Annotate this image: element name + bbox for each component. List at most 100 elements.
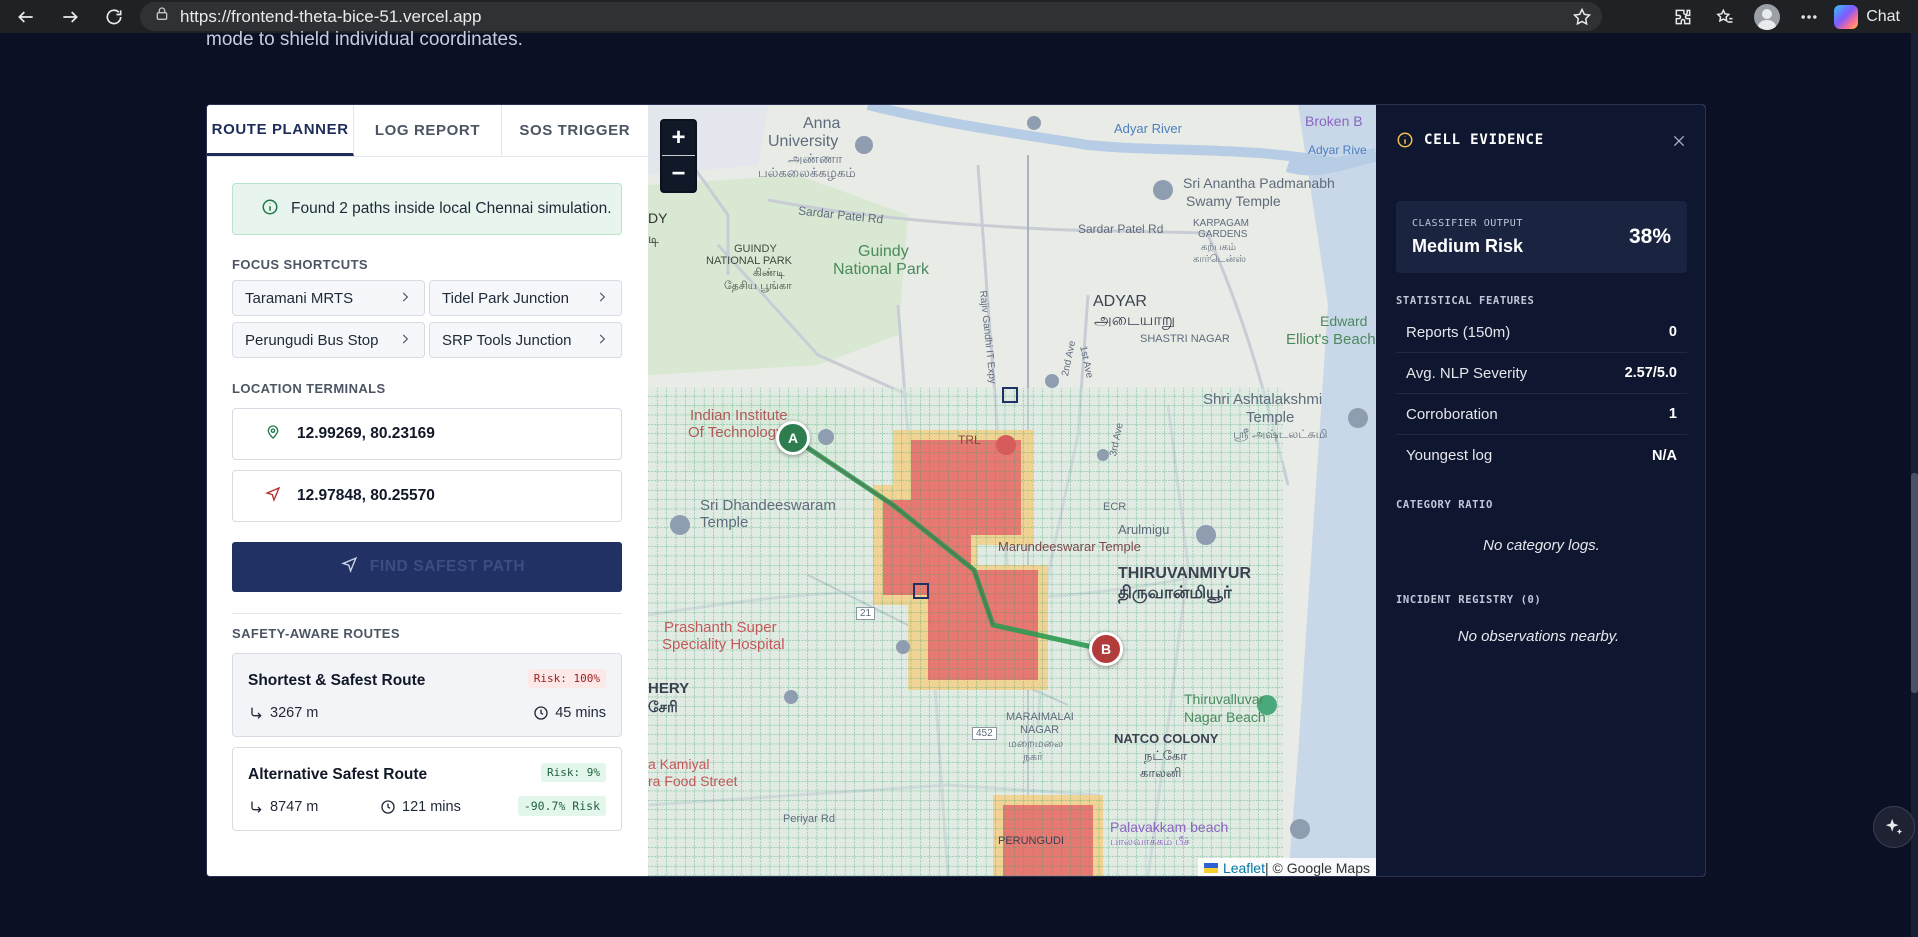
- tab-bar: ROUTE PLANNER LOG REPORT SOS TRIGGER: [207, 105, 648, 157]
- classifier-value: Medium Risk: [1412, 236, 1524, 256]
- registry-empty-text: No observations nearby.: [1457, 628, 1620, 645]
- address-bar[interactable]: https://frontend-theta-bice-51.vercel.ap…: [140, 2, 1602, 31]
- origin-marker[interactable]: A: [776, 421, 810, 455]
- scrollbar-thumb[interactable]: [1911, 473, 1918, 693]
- stat-value: 2.57/5.0: [1624, 365, 1677, 381]
- destination-marker[interactable]: B: [1089, 632, 1123, 666]
- shortcut-taramani-mrts[interactable]: Taramani MRTS: [232, 280, 425, 316]
- ukraine-flag-icon: [1203, 863, 1218, 873]
- intro-text: mode to shield individual coordinates.: [206, 29, 523, 50]
- route-name: Alternative Safest Route: [248, 766, 428, 783]
- map-view[interactable]: Anna University அண்ணா பல்கலைக்கழகம் Adya…: [648, 105, 1376, 877]
- stat-key: Corroboration: [1406, 405, 1498, 423]
- copilot-sparkle-button[interactable]: [1873, 806, 1915, 848]
- origin-value: 12.99269, 80.23169: [297, 425, 435, 442]
- tab-route-planner[interactable]: ROUTE PLANNER: [207, 105, 355, 156]
- chevron-right-icon: [398, 290, 412, 308]
- puzzle-icon: [1675, 9, 1691, 24]
- sparkle-icon: [1885, 818, 1903, 835]
- distance-value: 3267 m: [270, 705, 319, 721]
- attribution-text: | © Google Maps: [1265, 860, 1370, 876]
- arrow-left-icon: [18, 10, 33, 23]
- leaflet-link[interactable]: Leaflet: [1223, 860, 1265, 876]
- classifier-card: CLASSIFIER OUTPUT Medium Risk 38%: [1396, 201, 1687, 273]
- shortcut-label: SRP Tools Junction: [442, 331, 572, 349]
- zoom-out-button[interactable]: −: [662, 156, 695, 191]
- route-duration: 121 mins: [380, 799, 461, 815]
- map-canvas[interactable]: [648, 105, 1376, 877]
- chat-label: Chat: [1866, 7, 1900, 25]
- lock-icon: [154, 6, 170, 27]
- classifier-key: CLASSIFIER OUTPUT: [1412, 218, 1523, 229]
- find-safest-path-button[interactable]: FIND SAFEST PATH: [232, 542, 622, 592]
- find-button-label: FIND SAFEST PATH: [369, 558, 526, 575]
- paths-found-notice: Found 2 paths inside local Chennai simul…: [232, 183, 622, 235]
- tab-log-report[interactable]: LOG REPORT: [354, 105, 502, 156]
- shortcut-srp-tools-junction[interactable]: SRP Tools Junction: [429, 322, 622, 358]
- close-button[interactable]: [1671, 133, 1687, 154]
- route-duration: 45 mins: [533, 705, 606, 721]
- route-card-alternative[interactable]: Alternative Safest Route Risk: 9% 8747 m…: [232, 747, 622, 831]
- stat-row: Avg. NLP Severity 2.57/5.0: [1396, 353, 1687, 394]
- copilot-chat-button[interactable]: Chat: [1834, 4, 1900, 29]
- profile-button[interactable]: [1751, 3, 1783, 31]
- stat-key: Avg. NLP Severity: [1406, 364, 1528, 382]
- stat-value: 1: [1668, 406, 1677, 422]
- category-empty-text: No category logs.: [1483, 537, 1600, 554]
- close-icon: [1673, 135, 1685, 147]
- extensions-button[interactable]: [1667, 3, 1699, 31]
- risk-delta-badge: -90.7% Risk: [517, 796, 606, 816]
- navigation-arrow-icon: [265, 486, 281, 507]
- app-panel: ROUTE PLANNER LOG REPORT SOS TRIGGER Fou…: [206, 104, 1706, 877]
- divider: [232, 613, 622, 614]
- favorites-icon: [1716, 8, 1733, 23]
- focus-shortcuts-label: FOCUS SHORTCUTS: [232, 257, 368, 272]
- shortcut-tidel-park-junction[interactable]: Tidel Park Junction: [429, 280, 622, 316]
- route-planner-panel: ROUTE PLANNER LOG REPORT SOS TRIGGER Fou…: [207, 105, 648, 876]
- avatar: [1754, 3, 1781, 30]
- cell-evidence-panel: CELL EVIDENCE CLASSIFIER OUTPUT Medium R…: [1376, 105, 1705, 876]
- favorites-button[interactable]: [1709, 3, 1741, 31]
- page-scrollbar[interactable]: [1911, 33, 1918, 937]
- shortcut-label: Taramani MRTS: [245, 289, 354, 307]
- panel-header: CELL EVIDENCE: [1396, 131, 1544, 149]
- star-icon[interactable]: [1572, 7, 1592, 32]
- category-ratio-label: CATEGORY RATIO: [1396, 499, 1493, 511]
- risk-grid-overlay: [648, 388, 1283, 876]
- shortcut-label: Perungudi Bus Stop: [245, 331, 379, 349]
- duration-value: 121 mins: [402, 799, 461, 815]
- destination-field[interactable]: 12.97848, 80.25570: [232, 470, 622, 522]
- reload-button[interactable]: [100, 3, 128, 31]
- ellipsis-icon: [1801, 14, 1817, 19]
- back-button[interactable]: [12, 3, 40, 31]
- route-name: Shortest & Safest Route: [248, 672, 426, 689]
- arrow-right-icon: [63, 10, 78, 23]
- stat-value: N/A: [1652, 447, 1677, 464]
- reload-icon: [106, 8, 122, 24]
- forward-button[interactable]: [56, 3, 84, 31]
- navigation-arrow-icon: [340, 556, 358, 578]
- route-card-shortest[interactable]: Shortest & Safest Route Risk: 100% 3267 …: [232, 653, 622, 737]
- more-menu-button[interactable]: [1793, 3, 1825, 31]
- chevron-right-icon: [595, 290, 609, 308]
- zoom-in-button[interactable]: +: [662, 121, 695, 156]
- safety-routes-label: SAFETY-AWARE ROUTES: [232, 626, 400, 641]
- route-distance: 8747 m: [248, 799, 318, 815]
- info-icon: [1397, 132, 1413, 148]
- risk-badge: Risk: 100%: [527, 669, 606, 688]
- url-text: https://frontend-theta-bice-51.vercel.ap…: [180, 6, 482, 26]
- origin-field[interactable]: 12.99269, 80.23169: [232, 408, 622, 460]
- stat-value: 0: [1668, 324, 1677, 340]
- panel-title: CELL EVIDENCE: [1424, 132, 1544, 148]
- shortcut-perungudi-bus-stop[interactable]: Perungudi Bus Stop: [232, 322, 425, 358]
- stat-key: Youngest log: [1406, 447, 1493, 464]
- map-pin-icon: [265, 424, 281, 445]
- stat-row: Youngest log N/A: [1396, 435, 1687, 476]
- stat-row: Reports (150m) 0: [1396, 312, 1687, 353]
- notice-text: Found 2 paths inside local Chennai simul…: [291, 200, 612, 217]
- clock-icon: [534, 706, 548, 720]
- chevron-right-icon: [595, 332, 609, 350]
- tab-sos-trigger[interactable]: SOS TRIGGER: [502, 105, 648, 156]
- route-distance: 3267 m: [248, 705, 318, 721]
- corner-arrow-icon: [251, 801, 262, 813]
